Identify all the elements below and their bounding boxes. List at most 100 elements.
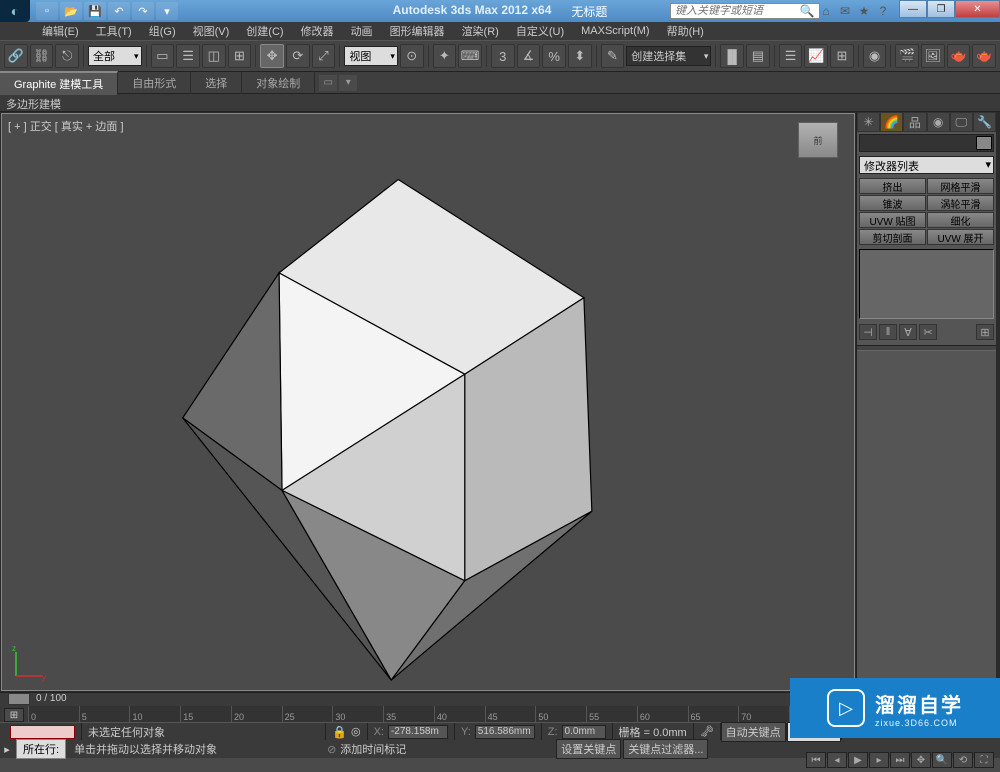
communication-icon[interactable]: ✉ [837, 3, 853, 19]
next-frame-icon[interactable]: ▸ [869, 752, 889, 768]
viewport[interactable]: [ + ] 正交 [ 真实 + 边面 ] 前 z y [1, 113, 855, 691]
layers-icon[interactable]: ☰ [779, 44, 803, 68]
menu-graph[interactable]: 图形编辑器 [382, 21, 453, 41]
select-icon[interactable]: ▭ [151, 44, 175, 68]
make-unique-icon[interactable]: ∀ [899, 324, 917, 340]
material-editor-icon[interactable]: ◉ [863, 44, 887, 68]
render-frame-icon[interactable]: 🖼 [921, 44, 945, 68]
ribbon-expand-icon[interactable]: ▾ [339, 75, 357, 91]
timeline-config-icon[interactable]: ⊞ [4, 708, 24, 722]
percent-snap-icon[interactable]: % [542, 44, 566, 68]
coord-y-input[interactable] [475, 725, 535, 739]
help-search-input[interactable] [670, 3, 820, 19]
help-icon[interactable]: ? [875, 3, 891, 19]
mod-turbosmooth[interactable]: 涡轮平滑 [927, 195, 994, 211]
select-name-icon[interactable]: ☰ [176, 44, 200, 68]
ref-coord-dropdown[interactable]: 视图 [344, 46, 398, 66]
manipulate-icon[interactable]: ✦ [433, 44, 457, 68]
menu-maxscript[interactable]: MAXScript(M) [573, 23, 657, 39]
curve-editor-icon[interactable]: 📈 [804, 44, 828, 68]
qat-save-icon[interactable]: 💾 [84, 2, 106, 20]
ribbon-tab-graphite[interactable]: Graphite 建模工具 [0, 71, 118, 95]
ribbon-minimize-icon[interactable]: ▭ [319, 75, 337, 91]
coord-x-input[interactable] [388, 725, 448, 739]
qat-new-icon[interactable]: ▫ [36, 2, 58, 20]
align-icon[interactable]: ▤ [746, 44, 770, 68]
pivot-icon[interactable]: ⊙ [400, 44, 424, 68]
select-rotate-icon[interactable]: ⟳ [286, 44, 310, 68]
nav-max-icon[interactable]: ⛶ [974, 752, 994, 768]
favorites-icon[interactable]: ★ [856, 3, 872, 19]
menu-modifiers[interactable]: 修改器 [293, 21, 342, 41]
render-prod-icon[interactable]: 🫖 [972, 44, 996, 68]
snap-toggle-icon[interactable]: 3 [491, 44, 515, 68]
maxscript-toggle-icon[interactable]: ▸ [0, 743, 14, 756]
time-slider-handle[interactable] [8, 693, 30, 705]
app-menu-icon[interactable]: ◐ [0, 0, 30, 22]
maximize-button[interactable]: ❐ [927, 0, 955, 18]
schematic-icon[interactable]: ⊞ [830, 44, 854, 68]
nav-pan-icon[interactable]: ✥ [911, 752, 931, 768]
angle-snap-icon[interactable]: ∡ [517, 44, 541, 68]
menu-render[interactable]: 渲染(R) [454, 21, 507, 41]
mod-extrude[interactable]: 挤出 [859, 178, 926, 194]
subscription-icon[interactable]: ⌂ [818, 3, 834, 19]
object-name-field[interactable] [859, 134, 994, 152]
minimize-button[interactable]: — [899, 0, 927, 18]
spinner-snap-icon[interactable]: ⬍ [568, 44, 592, 68]
selection-filter-dropdown[interactable]: 全部 [88, 46, 142, 66]
bind-icon[interactable]: ⎋ [55, 44, 79, 68]
show-result-icon[interactable]: ‖ [879, 324, 897, 340]
keyboard-icon[interactable]: ⌨ [458, 44, 482, 68]
render-setup-icon[interactable]: 🎬 [895, 44, 919, 68]
goto-end-icon[interactable]: ⏭ [890, 752, 910, 768]
qat-undo-icon[interactable]: ↶ [108, 2, 130, 20]
nav-zoom-icon[interactable]: 🔍 [932, 752, 952, 768]
ribbon-tab-paint[interactable]: 对象绘制 [242, 72, 315, 94]
mod-meshsmooth[interactable]: 网格平滑 [927, 178, 994, 194]
menu-help[interactable]: 帮助(H) [659, 21, 712, 41]
isolate-icon[interactable]: ◎ [351, 725, 361, 738]
select-region-icon[interactable]: ◫ [202, 44, 226, 68]
search-icon[interactable]: 🔍 [799, 3, 815, 19]
select-move-icon[interactable]: ✥ [260, 44, 284, 68]
mod-tessellate[interactable]: 细化 [927, 212, 994, 228]
mod-uvwmap[interactable]: UVW 贴图 [859, 212, 926, 228]
configure-sets-icon[interactable]: ⊞ [976, 324, 994, 340]
modifier-list-dropdown[interactable]: 修改器列表 [859, 156, 994, 174]
mirror-icon[interactable]: ▐▌ [720, 44, 744, 68]
mod-slice[interactable]: 剪切剖面 [859, 229, 926, 245]
time-tag-icon[interactable]: ⊘ [327, 743, 336, 756]
autokey-button[interactable]: 自动关键点 [721, 722, 786, 742]
menu-customize[interactable]: 自定义(U) [508, 21, 572, 41]
add-time-tag[interactable]: 添加时间标记 [340, 741, 406, 757]
edit-named-icon[interactable]: ✎ [601, 44, 625, 68]
unlink-icon[interactable]: ⛓ [30, 44, 54, 68]
named-selection-dropdown[interactable]: 创建选择集 [626, 46, 711, 66]
menu-animation[interactable]: 动画 [343, 21, 381, 41]
qat-more-icon[interactable]: ▾ [156, 2, 178, 20]
menu-create[interactable]: 创建(C) [238, 21, 291, 41]
pin-stack-icon[interactable]: ⊣ [859, 324, 877, 340]
ribbon-tab-freeform[interactable]: 自由形式 [118, 72, 191, 94]
lock-selection-icon[interactable]: 🔒 [332, 725, 347, 739]
tab-utilities-icon[interactable]: 🔧 [973, 112, 996, 132]
mod-unwrap[interactable]: UVW 展开 [927, 229, 994, 245]
remove-mod-icon[interactable]: ✂ [919, 324, 937, 340]
nav-orbit-icon[interactable]: ⟲ [953, 752, 973, 768]
modifier-stack[interactable] [859, 249, 994, 319]
goto-start-icon[interactable]: ⏮ [806, 752, 826, 768]
render-icon[interactable]: 🫖 [947, 44, 971, 68]
ribbon-panel-label[interactable]: 多边形建模 [0, 94, 1000, 112]
key-mode-icon[interactable]: 🗝 [700, 725, 714, 738]
select-scale-icon[interactable]: ⤢ [312, 44, 336, 68]
tab-hierarchy-icon[interactable]: 品 [903, 112, 926, 132]
qat-redo-icon[interactable]: ↷ [132, 2, 154, 20]
tab-modify-icon[interactable]: 🌈 [880, 112, 903, 132]
setkey-button[interactable]: 设置关键点 [556, 739, 621, 759]
window-crossing-icon[interactable]: ⊞ [228, 44, 252, 68]
menu-group[interactable]: 组(G) [141, 21, 184, 41]
close-button[interactable]: ✕ [955, 0, 1000, 18]
tab-create-icon[interactable]: ✳ [857, 112, 880, 132]
menu-view[interactable]: 视图(V) [185, 21, 238, 41]
